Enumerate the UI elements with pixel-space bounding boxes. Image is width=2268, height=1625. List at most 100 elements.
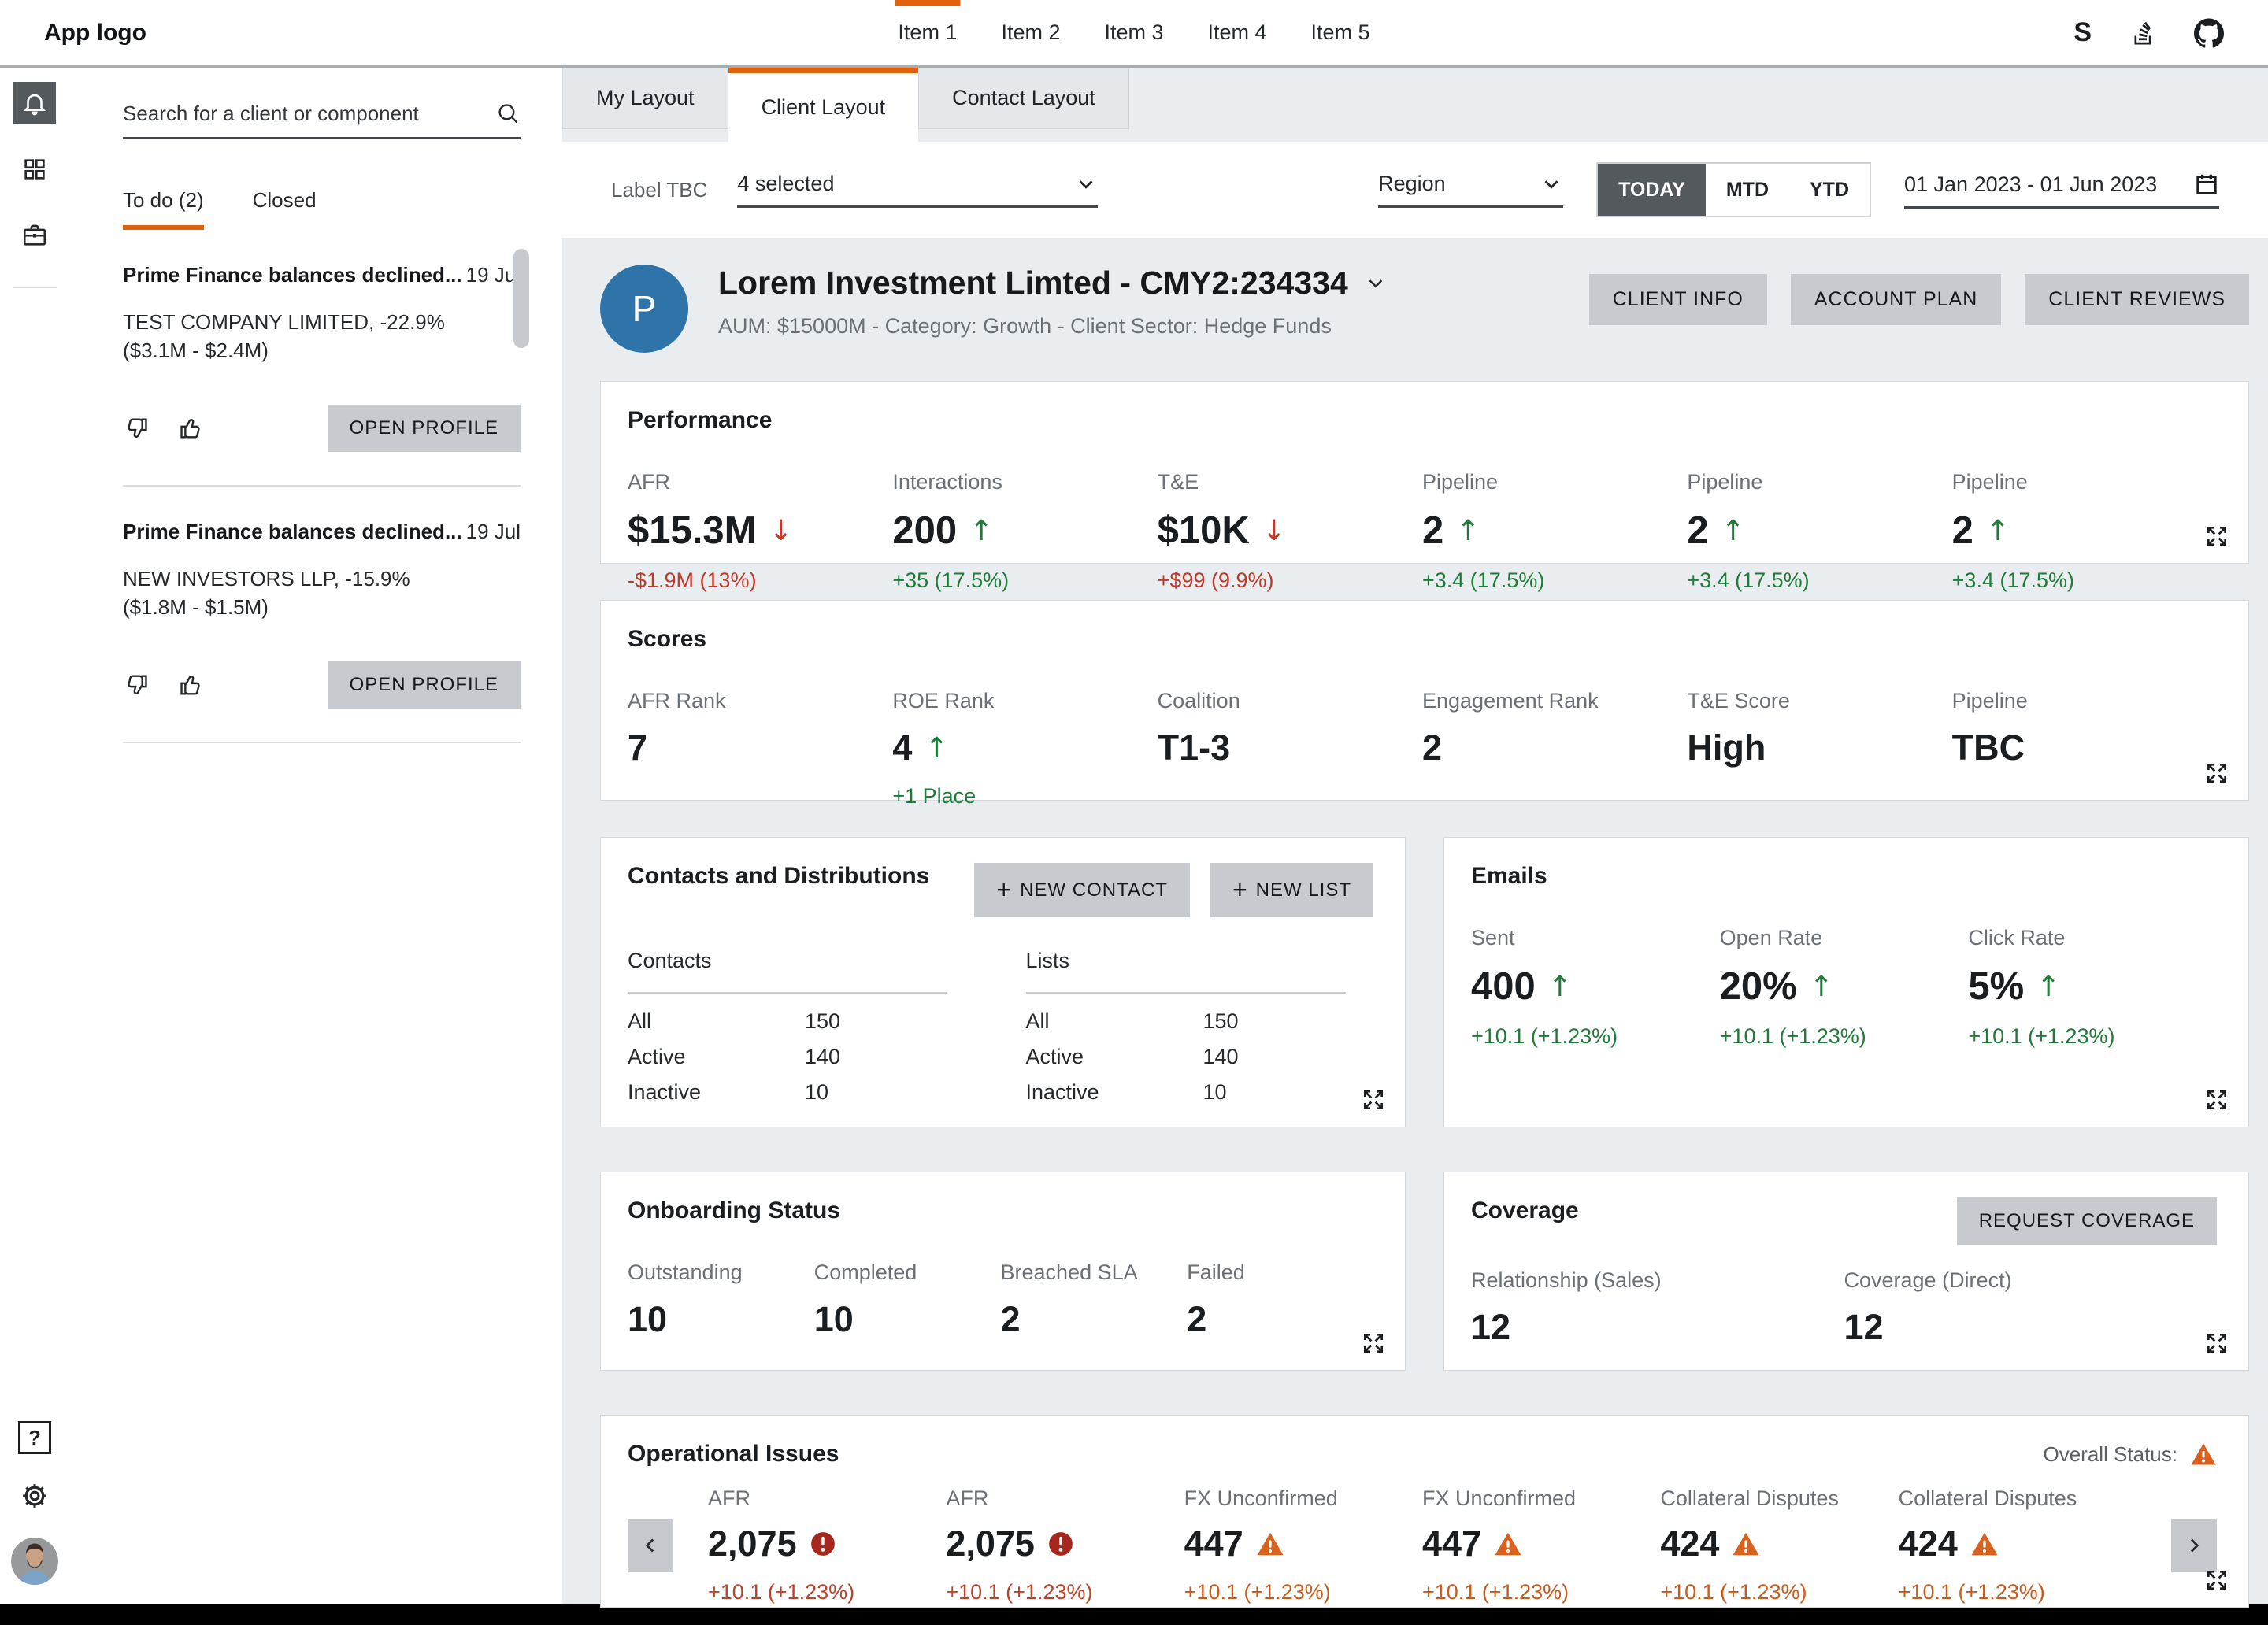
tab-my-layout[interactable]: My Layout [562,68,728,129]
chevron-down-icon [1540,172,1563,196]
metric: ROE Rank 4↑ +1 Place [892,689,1157,809]
search-input[interactable] [123,102,495,126]
up-arrow-icon: ↑ [1810,971,1833,1003]
period-mtd[interactable]: MTD [1706,164,1789,216]
notifications-sidebar: To do (2) Closed Prime Finance balances … [69,68,562,1604]
expand-icon[interactable] [1361,1087,1386,1112]
table-row: Active140 [1026,1045,1374,1069]
client-chevron-down-icon[interactable] [1364,272,1388,295]
expand-icon[interactable] [1361,1331,1386,1356]
metric: AFR 2,075 +10.1 (+1.23%) [708,1486,946,1605]
thumbs-up-icon[interactable] [178,415,205,442]
rail-bottom: ? [11,1421,58,1590]
tab-contact-layout[interactable]: Contact Layout [918,68,1129,129]
expand-icon[interactable] [2204,1331,2229,1356]
client-header: P Lorem Investment Limted - CMY2:234334 … [600,265,2249,353]
nav-item-5[interactable]: Item 5 [1311,0,1370,65]
table-row: Active140 [628,1045,976,1069]
overall-status-label: Overall Status: [2043,1442,2177,1467]
emails-card: Emails Sent 400↑ +10.1 (+1.23%) Open Rat… [1443,837,2249,1127]
new-list-button[interactable]: +NEW LIST [1210,863,1373,917]
thumbs-up-icon[interactable] [178,672,205,698]
notification-title: Prime Finance balances declined... [123,263,462,287]
client-name: Lorem Investment Limted - CMY2:234334 [718,265,1348,302]
date-range-picker[interactable]: 01 Jan 2023 - 01 Jun 2023 [1904,172,2219,209]
warning-icon [1970,1530,1999,1558]
warning-icon [1494,1530,1522,1558]
open-profile-button[interactable]: OPEN PROFILE [328,661,521,709]
metric: Collateral Disputes 424 +10.1 (+1.23%) [1660,1486,1898,1605]
region-dropdown[interactable]: Region [1378,172,1563,208]
account-plan-button[interactable]: ACCOUNT PLAN [1791,274,2001,325]
content-row: ? To do (2) Closed [0,68,2268,1604]
nav-item-2[interactable]: Item 2 [1001,0,1060,65]
tab-closed[interactable]: Closed [253,188,317,230]
nav-item-3[interactable]: Item 3 [1104,0,1163,65]
metric: Interactions 200↑ +35 (17.5%) [892,470,1157,593]
metric: Outstanding 10 [628,1260,814,1340]
metric: AFR $15.3M↓ -$1.9M (13%) [628,470,892,593]
tab-client-layout[interactable]: Client Layout [728,68,919,142]
period-ytd[interactable]: YTD [1789,164,1870,216]
card-title: Performance [628,407,2217,434]
search-icon[interactable] [495,101,521,126]
notifications-rail-button[interactable] [13,82,56,124]
notification-body: TEST COMPANY LIMITED, -22.9% ($3.1M - $2… [123,308,454,365]
card-title: Coverage [1471,1197,1579,1224]
s-logo-icon[interactable]: S [2073,17,2092,48]
card-title: Emails [1471,863,2217,890]
github-icon[interactable] [2194,18,2224,48]
user-avatar[interactable] [11,1538,58,1585]
sidebar-search [123,101,521,139]
notification-card: Prime Finance balances declined... 19 Ju… [123,487,521,743]
thumbs-down-icon[interactable] [123,672,150,698]
layout-tabs: My Layout Client Layout Contact Layout [562,68,2268,142]
up-arrow-icon: ↑ [1721,515,1745,547]
warning-icon [1256,1530,1284,1558]
up-arrow-icon: ↑ [1456,515,1480,547]
client-reviews-button[interactable]: CLIENT REVIEWS [2025,274,2249,325]
nav-item-4[interactable]: Item 4 [1208,0,1267,65]
help-icon[interactable]: ? [18,1421,51,1454]
contacts-group: Contacts All150 Active140 Inactive10 [628,949,976,1105]
warning-icon [2190,1441,2217,1468]
request-coverage-button[interactable]: REQUEST COVERAGE [1957,1197,2217,1245]
briefcase-rail-button[interactable] [13,214,56,257]
client-info-button[interactable]: CLIENT INFO [1589,274,1767,325]
card-title: Contacts and Distributions [628,863,929,890]
metric: FX Unconfirmed 447 +10.1 (+1.23%) [1184,1486,1422,1605]
left-rail: ? [0,68,69,1604]
client-meta: AUM: $15000M - Category: Growth - Client… [718,314,1388,339]
apps-rail-button[interactable] [13,148,56,191]
expand-icon[interactable] [2204,524,2229,549]
stackoverflow-icon[interactable] [2129,20,2156,46]
chevron-down-icon [1074,172,1098,196]
settings-gear-icon[interactable] [20,1481,50,1511]
card-title: Onboarding Status [628,1197,1373,1224]
label-multiselect-dropdown[interactable]: 4 selected [737,172,1098,208]
metric: Click Rate 5%↑ +10.1 (+1.23%) [1968,926,2217,1049]
nav-item-1[interactable]: Item 1 [898,0,957,65]
metric: Sent 400↑ +10.1 (+1.23%) [1471,926,1720,1049]
new-contact-button[interactable]: +NEW CONTACT [974,863,1190,917]
metric: Engagement Rank 2 [1422,689,1687,809]
table-row: Inactive10 [1026,1080,1374,1105]
coverage-card: Coverage REQUEST COVERAGE Relationship (… [1443,1172,2249,1371]
period-today[interactable]: TODAY [1598,164,1706,216]
expand-icon[interactable] [2204,1568,2229,1593]
sidebar-tabs: To do (2) Closed [123,188,562,230]
operational-issues-card: Operational Issues Overall Status: AFR 2… [600,1415,2249,1608]
metric: T&E Score High [1687,689,1951,809]
expand-icon[interactable] [2204,1087,2229,1112]
sidebar-scrollbar-thumb[interactable] [513,249,529,348]
tab-todo[interactable]: To do (2) [123,188,204,230]
divider [123,742,521,743]
notification-body: NEW INVESTORS LLP, -15.9% ($1.8M - $1.5M… [123,564,454,622]
carousel-prev-button[interactable] [628,1519,673,1572]
carousel-next-button[interactable] [2171,1519,2217,1572]
metric: Completed 10 [814,1260,1001,1340]
thumbs-down-icon[interactable] [123,415,150,442]
expand-icon[interactable] [2204,761,2229,786]
down-arrow-icon: ↓ [769,515,792,547]
open-profile-button[interactable]: OPEN PROFILE [328,405,521,452]
